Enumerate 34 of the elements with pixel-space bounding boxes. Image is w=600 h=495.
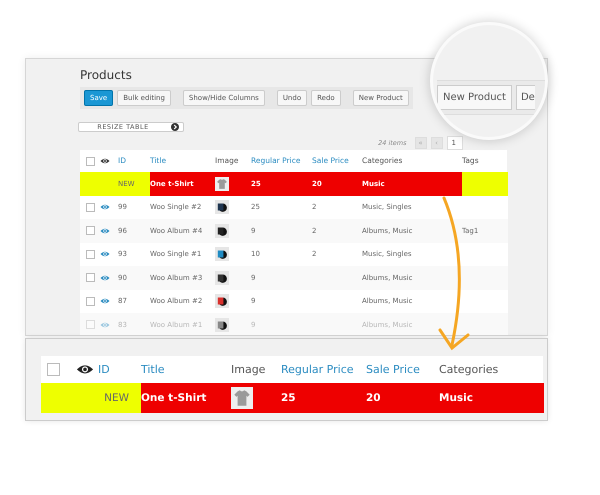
album-thumbnail [215, 224, 229, 238]
checkbox[interactable] [86, 202, 95, 212]
album-thumbnail [215, 294, 229, 308]
column-header: Image [231, 362, 266, 378]
shirt-thumbnail [231, 387, 253, 409]
column-header[interactable]: Regular Price [281, 356, 366, 383]
toolbar-button[interactable]: De [516, 85, 535, 110]
album-thumbnail [215, 270, 229, 285]
table-cell: 20 [366, 383, 439, 413]
album-thumbnail [215, 318, 229, 332]
album-thumbnail [215, 200, 229, 214]
table-cell: NEW [98, 383, 141, 413]
album-thumbnail [215, 247, 229, 262]
eye-icon[interactable] [76, 364, 94, 375]
toolbar-button[interactable]: New Product [437, 85, 512, 110]
shirt-thumbnail [215, 176, 229, 191]
checkbox[interactable] [86, 296, 95, 306]
checkbox[interactable] [86, 226, 95, 236]
table-cell [462, 172, 508, 196]
checkbox[interactable] [86, 250, 95, 259]
column-header: Categories [439, 362, 500, 378]
checkbox[interactable] [47, 363, 60, 376]
column-header[interactable]: Sale Price [366, 356, 439, 383]
column-header[interactable]: ID [98, 356, 141, 383]
eye-icon[interactable] [100, 158, 110, 164]
checkbox[interactable] [86, 273, 95, 282]
arrow-right-icon [170, 123, 179, 131]
column-header[interactable]: Title [141, 356, 231, 383]
page-title: Products [80, 67, 133, 84]
table-cell: One t-Shirt [141, 383, 231, 413]
checkbox[interactable] [86, 320, 95, 330]
table-cell: Music [439, 383, 544, 413]
table-cell: 25 [281, 383, 366, 413]
checkbox[interactable] [86, 156, 95, 166]
